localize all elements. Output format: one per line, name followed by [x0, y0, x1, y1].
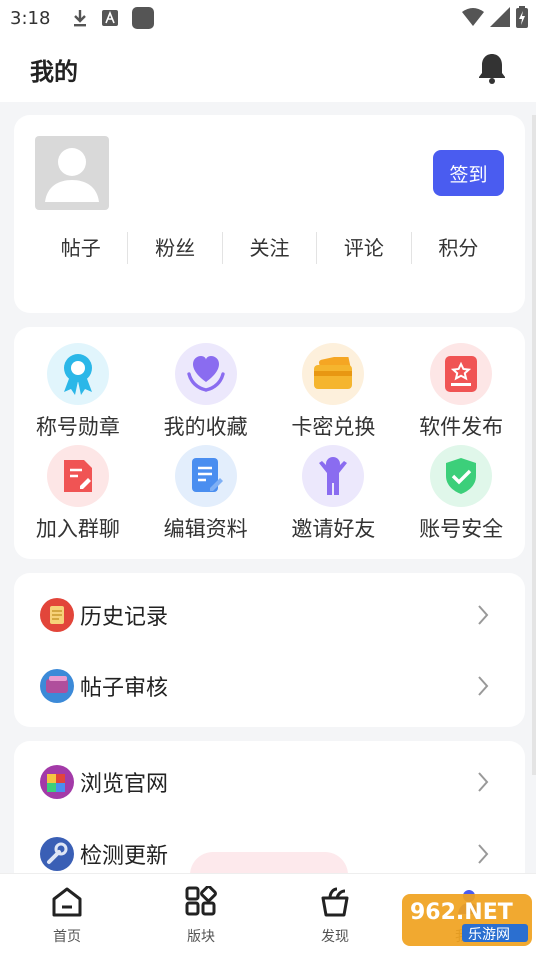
feature-grid: 称号勋章 我的收藏 卡密兑换 软件发布 加入群聊 编辑资料 邀请好友 账号安全	[14, 327, 525, 559]
feature-medals[interactable]: 称号勋章	[14, 343, 142, 441]
feature-edit-profile[interactable]: 编辑资料	[142, 445, 270, 543]
feature-label: 卡密兑换	[291, 415, 376, 439]
nav-discover[interactable]: 发现	[268, 874, 402, 954]
scrollbar[interactable]	[532, 115, 536, 775]
download-icon	[72, 8, 88, 28]
menu-label: 帖子审核	[80, 676, 169, 701]
bell-icon[interactable]	[478, 52, 506, 88]
feature-label: 账号安全	[419, 517, 504, 541]
heart-hands-icon	[174, 343, 237, 405]
profile-stats: 帖子 粉丝 关注 评论 积分	[34, 232, 505, 264]
svg-text:962.NET: 962.NET	[410, 900, 513, 925]
menu-item-post-review[interactable]: 帖子审核	[14, 651, 525, 721]
svg-text:乐游网: 乐游网	[468, 927, 510, 943]
battery-icon	[516, 6, 528, 33]
status-bar: 3:18	[0, 0, 536, 36]
menu-item-history[interactable]: 历史记录	[14, 580, 525, 650]
nav-label: 版块	[187, 929, 215, 945]
profile-card: 签到 帖子 粉丝 关注 评论 积分	[14, 115, 525, 313]
feature-label: 编辑资料	[163, 517, 248, 541]
stat-following[interactable]: 关注	[221, 232, 316, 264]
feature-label: 邀请好友	[291, 517, 376, 541]
grid-icon	[184, 885, 218, 922]
feature-favorites[interactable]: 我的收藏	[142, 343, 270, 441]
stat-comments[interactable]: 评论	[316, 232, 410, 264]
app-square-icon	[132, 7, 155, 29]
publish-icon	[430, 343, 493, 405]
feature-account-security[interactable]: 账号安全	[397, 445, 525, 543]
feature-label: 加入群聊	[35, 517, 120, 541]
discover-icon	[318, 886, 352, 922]
stat-fans[interactable]: 粉丝	[127, 232, 221, 264]
page-header: 我的	[0, 36, 536, 102]
signin-button[interactable]: 签到	[433, 150, 504, 196]
status-time: 3:18	[10, 7, 51, 29]
menu-label: 历史记录	[80, 605, 169, 630]
review-icon	[40, 669, 74, 703]
chevron-right-icon	[477, 771, 489, 797]
chevron-right-icon	[477, 843, 489, 869]
invite-person-icon	[302, 445, 365, 507]
nav-label: 首页	[53, 929, 81, 945]
menu-item-browse-website[interactable]: 浏览官网	[14, 747, 525, 817]
menu-label: 浏览官网	[80, 772, 169, 797]
feature-card-redeem[interactable]: 卡密兑换	[270, 343, 398, 441]
browse-icon	[40, 765, 74, 799]
nav-home[interactable]: 首页	[0, 874, 134, 954]
watermark-logo: 962.NET 乐游网	[402, 892, 532, 948]
wifi-icon	[462, 7, 484, 32]
feature-invite-friends[interactable]: 邀请好友	[270, 445, 398, 543]
stat-posts[interactable]: 帖子	[34, 232, 127, 264]
home-icon	[50, 886, 84, 922]
avatar[interactable]	[35, 136, 109, 210]
chevron-right-icon	[477, 604, 489, 630]
update-icon	[40, 837, 74, 871]
edit-doc-icon	[174, 445, 237, 507]
nav-label: 发现	[321, 929, 349, 945]
medal-icon	[46, 343, 109, 405]
feature-publish[interactable]: 软件发布	[397, 343, 525, 441]
nav-boards[interactable]: 版块	[134, 874, 268, 954]
chevron-right-icon	[477, 675, 489, 701]
feature-label: 软件发布	[419, 415, 504, 439]
menu-group-1: 历史记录 帖子审核	[14, 573, 525, 727]
feature-label: 称号勋章	[35, 415, 120, 439]
a-icon	[102, 10, 119, 26]
feature-join-group[interactable]: 加入群聊	[14, 445, 142, 543]
stat-points[interactable]: 积分	[410, 232, 505, 264]
shield-check-icon	[430, 445, 493, 507]
menu-label: 检测更新	[80, 844, 169, 869]
feature-label: 我的收藏	[163, 415, 248, 439]
page-title: 我的	[30, 57, 78, 86]
card-icon	[302, 343, 365, 405]
group-doc-icon	[46, 445, 109, 507]
signal-icon	[490, 7, 510, 32]
history-icon	[40, 598, 74, 632]
